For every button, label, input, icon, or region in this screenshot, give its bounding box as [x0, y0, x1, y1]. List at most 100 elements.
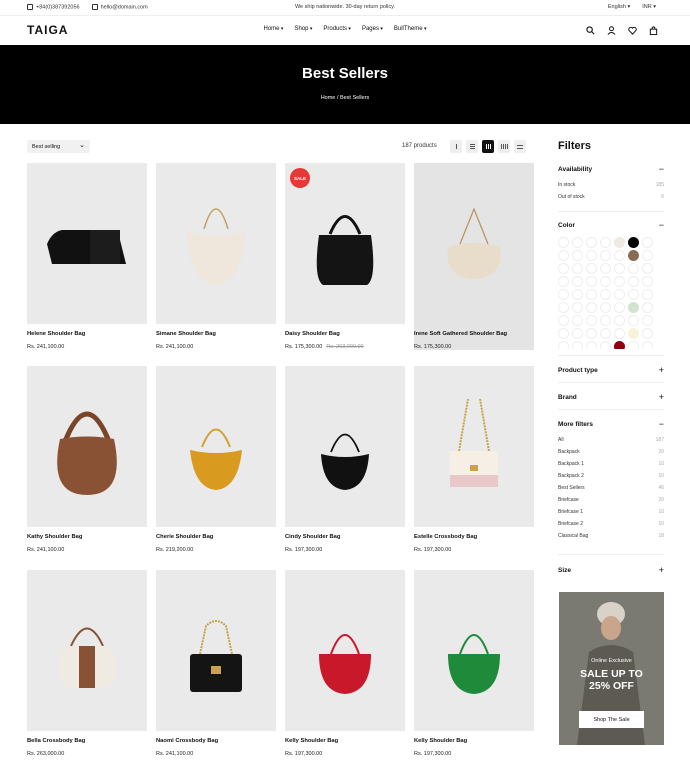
color-swatch[interactable]: [586, 315, 597, 326]
color-swatch[interactable]: [586, 328, 597, 339]
color-swatch[interactable]: [614, 237, 625, 248]
color-swatch[interactable]: [572, 276, 583, 287]
filter-option[interactable]: Best Sellers 46: [558, 482, 664, 494]
filter-brand-toggle[interactable]: Brand +: [558, 393, 664, 402]
color-swatch[interactable]: [614, 315, 625, 326]
view-5-column-button[interactable]: [514, 140, 526, 153]
filter-option[interactable]: Backpack 1 10: [558, 458, 664, 470]
filter-product-type-toggle[interactable]: Product type +: [558, 366, 664, 375]
product-name[interactable]: Kelly Shoulder Bag: [285, 738, 405, 744]
color-swatch[interactable]: [600, 263, 611, 274]
color-swatch[interactable]: [642, 328, 653, 339]
color-swatch[interactable]: [600, 276, 611, 287]
color-swatch[interactable]: [642, 315, 653, 326]
color-swatch[interactable]: [572, 237, 583, 248]
color-swatch[interactable]: [558, 341, 569, 349]
currency-select[interactable]: INR ▾: [642, 4, 656, 10]
color-swatch[interactable]: [628, 315, 639, 326]
color-swatch[interactable]: [586, 237, 597, 248]
nav-products[interactable]: Products: [323, 26, 351, 32]
product-card[interactable]: SALE Daisy Shoulder Bag Rs. 175,300.00 Rs…: [285, 163, 405, 350]
product-card[interactable]: Simane Shoulder Bag Rs. 241,100.00: [156, 163, 276, 350]
color-swatch[interactable]: [600, 250, 611, 261]
product-image[interactable]: [285, 570, 405, 731]
color-swatch[interactable]: [558, 328, 569, 339]
color-swatch[interactable]: [628, 328, 639, 339]
color-swatch[interactable]: [558, 250, 569, 261]
color-swatch[interactable]: [642, 237, 653, 248]
color-swatch[interactable]: [586, 276, 597, 287]
product-card[interactable]: Estelle Crossbody Bag Rs. 197,300.00: [414, 366, 534, 553]
color-swatch[interactable]: [586, 250, 597, 261]
color-swatch[interactable]: [614, 250, 625, 261]
color-swatch[interactable]: [600, 237, 611, 248]
color-swatch[interactable]: [586, 341, 597, 349]
color-swatch[interactable]: [642, 276, 653, 287]
product-card[interactable]: Naomi Crossbody Bag Rs. 241,100.00: [156, 570, 276, 757]
shop-sale-button[interactable]: Shop The Sale: [579, 711, 644, 728]
color-swatch[interactable]: [614, 328, 625, 339]
product-name[interactable]: Estelle Crossbody Bag: [414, 534, 534, 540]
color-swatch[interactable]: [614, 276, 625, 287]
color-swatch[interactable]: [572, 328, 583, 339]
color-swatch[interactable]: [614, 263, 625, 274]
filter-availability-toggle[interactable]: Availability −: [558, 165, 664, 174]
color-swatch[interactable]: [572, 263, 583, 274]
product-card[interactable]: Kelly Shoulder Bag Rs. 197,300.00: [285, 570, 405, 757]
color-swatch[interactable]: [572, 315, 583, 326]
filter-option[interactable]: Classical Bag 18: [558, 530, 664, 542]
filter-color-toggle[interactable]: Color −: [558, 221, 664, 230]
color-swatch[interactable]: [628, 276, 639, 287]
color-swatch[interactable]: [614, 302, 625, 313]
product-name[interactable]: Irene Soft Gathered Shoulder Bag: [414, 331, 534, 337]
color-swatch[interactable]: [628, 250, 639, 261]
color-swatch[interactable]: [600, 328, 611, 339]
breadcrumb-home[interactable]: Home: [321, 95, 336, 101]
product-card[interactable]: Bella Crossbody Bag Rs. 263,000.00: [27, 570, 147, 757]
color-swatch[interactable]: [642, 250, 653, 261]
color-swatch[interactable]: [642, 302, 653, 313]
color-swatch[interactable]: [572, 250, 583, 261]
color-swatch[interactable]: [586, 289, 597, 300]
product-image[interactable]: SALE: [285, 163, 405, 324]
product-card[interactable]: Kathy Shoulder Bag Rs. 241,100.00: [27, 366, 147, 553]
color-swatch[interactable]: [600, 341, 611, 349]
product-image[interactable]: [156, 570, 276, 731]
product-image[interactable]: [285, 366, 405, 527]
nav-pages[interactable]: Pages: [362, 26, 383, 32]
product-card[interactable]: Cindy Shoulder Bag Rs. 197,300.00: [285, 366, 405, 553]
filter-option[interactable]: Backpack 20: [558, 446, 664, 458]
view-1-column-button[interactable]: [450, 140, 462, 153]
filter-more-toggle[interactable]: More filters −: [558, 420, 664, 429]
filter-size-toggle[interactable]: Size +: [558, 566, 664, 575]
color-swatch[interactable]: [628, 289, 639, 300]
color-swatch[interactable]: [614, 341, 625, 349]
color-swatch[interactable]: [600, 289, 611, 300]
product-image[interactable]: [27, 570, 147, 731]
color-swatch[interactable]: [558, 237, 569, 248]
product-card[interactable]: Irene Soft Gathered Shoulder Bag Rs. 175…: [414, 163, 534, 350]
product-name[interactable]: Daisy Shoulder Bag: [285, 331, 405, 337]
color-swatch[interactable]: [600, 302, 611, 313]
product-image[interactable]: [27, 163, 147, 324]
product-image[interactable]: [414, 366, 534, 527]
product-image[interactable]: [27, 366, 147, 527]
product-name[interactable]: Naomi Crossbody Bag: [156, 738, 276, 744]
language-select[interactable]: English ▾: [608, 4, 630, 10]
color-swatch[interactable]: [642, 263, 653, 274]
color-swatch[interactable]: [628, 237, 639, 248]
filter-option[interactable]: Briefcase 20: [558, 494, 664, 506]
color-swatch[interactable]: [586, 263, 597, 274]
color-swatch[interactable]: [558, 263, 569, 274]
color-swatch[interactable]: [628, 302, 639, 313]
color-swatch[interactable]: [628, 263, 639, 274]
color-swatch[interactable]: [558, 276, 569, 287]
color-swatch[interactable]: [572, 341, 583, 349]
color-swatch[interactable]: [642, 289, 653, 300]
wishlist-icon[interactable]: [627, 25, 637, 35]
product-name[interactable]: Helene Shoulder Bag: [27, 331, 147, 337]
product-name[interactable]: Simane Shoulder Bag: [156, 331, 276, 337]
color-swatch[interactable]: [600, 315, 611, 326]
product-name[interactable]: Cindy Shoulder Bag: [285, 534, 405, 540]
product-name[interactable]: Cherie Shoulder Bag: [156, 534, 276, 540]
